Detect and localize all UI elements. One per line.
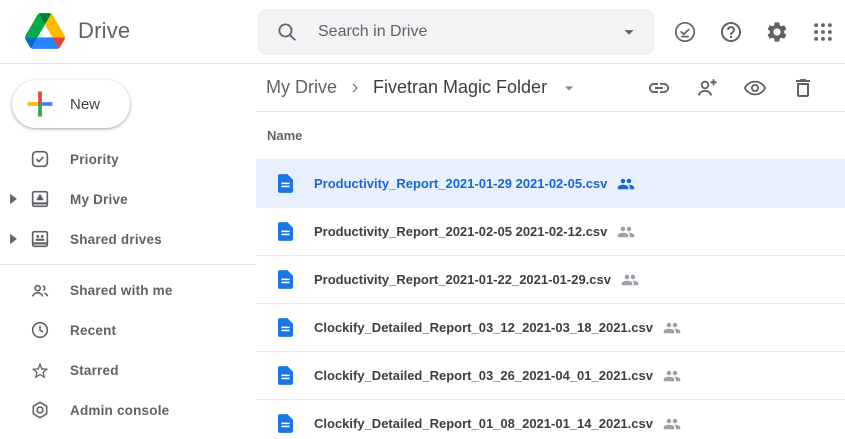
topbar-icons: [673, 0, 835, 64]
breadcrumb: My Drive Fivetran Magic Folder: [266, 77, 579, 98]
breadcrumb-current-folder[interactable]: Fivetran Magic Folder: [373, 77, 547, 98]
sidebar-item-label: Recent: [70, 323, 116, 338]
folder-toolbar: My Drive Fivetran Magic Folder: [256, 64, 845, 112]
search-input[interactable]: Search in Drive: [318, 23, 427, 41]
expand-arrow-icon[interactable]: [9, 233, 22, 245]
sidebar-item-label: Shared with me: [70, 283, 173, 298]
sidebar-divider: [0, 264, 256, 265]
shared-people-icon: [663, 367, 681, 385]
file-name: Clockify_Detailed_Report_03_12_2021-03_1…: [314, 320, 653, 335]
sidebar-item-shared-with-me[interactable]: Shared with me: [0, 270, 256, 310]
sidebar-item-my-drive[interactable]: My Drive: [0, 179, 256, 219]
file-row[interactable]: Productivity_Report_2021-01-22_2021-01-2…: [256, 256, 845, 304]
expand-arrow-icon[interactable]: [9, 193, 22, 205]
offline-status-icon[interactable]: [673, 20, 697, 44]
sidebar: New Priority My Drive Shared drives Shar…: [0, 64, 256, 439]
shared-people-icon: [663, 319, 681, 337]
file-name: Productivity_Report_2021-01-29 2021-02-0…: [314, 176, 607, 191]
sidebar-item-shared-drives[interactable]: Shared drives: [0, 219, 256, 259]
sidebar-item-label: My Drive: [70, 192, 128, 207]
search-options-dropdown-icon[interactable]: [618, 21, 640, 43]
csv-file-icon: [278, 222, 293, 241]
file-row[interactable]: Clockify_Detailed_Report_01_08_2021-01_1…: [256, 400, 845, 439]
get-link-icon[interactable]: [647, 76, 671, 100]
file-row[interactable]: Clockify_Detailed_Report_03_26_2021-04_0…: [256, 352, 845, 400]
file-row[interactable]: Productivity_Report_2021-01-29 2021-02-0…: [256, 160, 845, 208]
shared-drives-icon: [30, 229, 50, 249]
help-icon[interactable]: [719, 20, 743, 44]
shared-with-me-icon: [30, 280, 50, 300]
file-row[interactable]: Productivity_Report_2021-02-05 2021-02-1…: [256, 208, 845, 256]
csv-file-icon: [278, 318, 293, 337]
delete-icon[interactable]: [791, 76, 815, 100]
starred-icon: [30, 360, 50, 380]
shared-people-icon: [617, 223, 635, 241]
drive-logo-icon: [25, 13, 65, 49]
sidebar-item-starred[interactable]: Starred: [0, 350, 256, 390]
shared-people-icon: [663, 415, 681, 433]
folder-dropdown-icon[interactable]: [559, 78, 579, 98]
sidebar-item-label: Admin console: [70, 403, 169, 418]
drive-home-link[interactable]: Drive: [25, 13, 130, 49]
file-list: Productivity_Report_2021-01-29 2021-02-0…: [256, 160, 845, 439]
google-drive-app: Drive Search in Drive New: [0, 0, 845, 439]
share-icon[interactable]: [695, 76, 719, 100]
sidebar-item-admin-console[interactable]: Admin console: [0, 390, 256, 430]
file-name: Productivity_Report_2021-02-05 2021-02-1…: [314, 224, 607, 239]
sidebar-item-label: Priority: [70, 152, 119, 167]
csv-file-icon: [278, 174, 293, 193]
plus-multicolor-icon: [26, 90, 54, 118]
settings-icon[interactable]: [765, 20, 789, 44]
sidebar-nav: Priority My Drive Shared drives Shared w…: [0, 139, 256, 430]
sidebar-item-label: Shared drives: [70, 232, 162, 247]
file-row[interactable]: Clockify_Detailed_Report_03_12_2021-03_1…: [256, 304, 845, 352]
app-title: Drive: [78, 18, 130, 44]
new-button-label: New: [70, 96, 100, 113]
column-header-name[interactable]: Name: [256, 112, 845, 160]
new-button[interactable]: New: [12, 80, 130, 128]
recent-icon: [30, 320, 50, 340]
csv-file-icon: [278, 414, 293, 433]
file-browser: My Drive Fivetran Magic Folder Name Prod…: [256, 64, 845, 439]
folder-actions: [647, 76, 815, 100]
chevron-right-icon: [347, 80, 363, 96]
file-name: Clockify_Detailed_Report_03_26_2021-04_0…: [314, 368, 653, 383]
search-bar[interactable]: Search in Drive: [258, 9, 654, 55]
admin-console-icon: [30, 400, 50, 420]
topbar: Drive Search in Drive: [0, 0, 845, 64]
csv-file-icon: [278, 270, 293, 289]
my-drive-icon: [30, 189, 50, 209]
search-icon[interactable]: [276, 21, 298, 43]
csv-file-icon: [278, 366, 293, 385]
file-name: Clockify_Detailed_Report_01_08_2021-01_1…: [314, 416, 653, 431]
apps-grid-icon[interactable]: [811, 20, 835, 44]
file-name: Productivity_Report_2021-01-22_2021-01-2…: [314, 272, 611, 287]
sidebar-item-label: Starred: [70, 363, 119, 378]
sidebar-item-priority[interactable]: Priority: [0, 139, 256, 179]
preview-icon[interactable]: [743, 76, 767, 100]
shared-people-icon: [621, 271, 639, 289]
shared-people-icon: [617, 175, 635, 193]
sidebar-item-recent[interactable]: Recent: [0, 310, 256, 350]
priority-icon: [30, 149, 50, 169]
breadcrumb-parent[interactable]: My Drive: [266, 77, 337, 98]
